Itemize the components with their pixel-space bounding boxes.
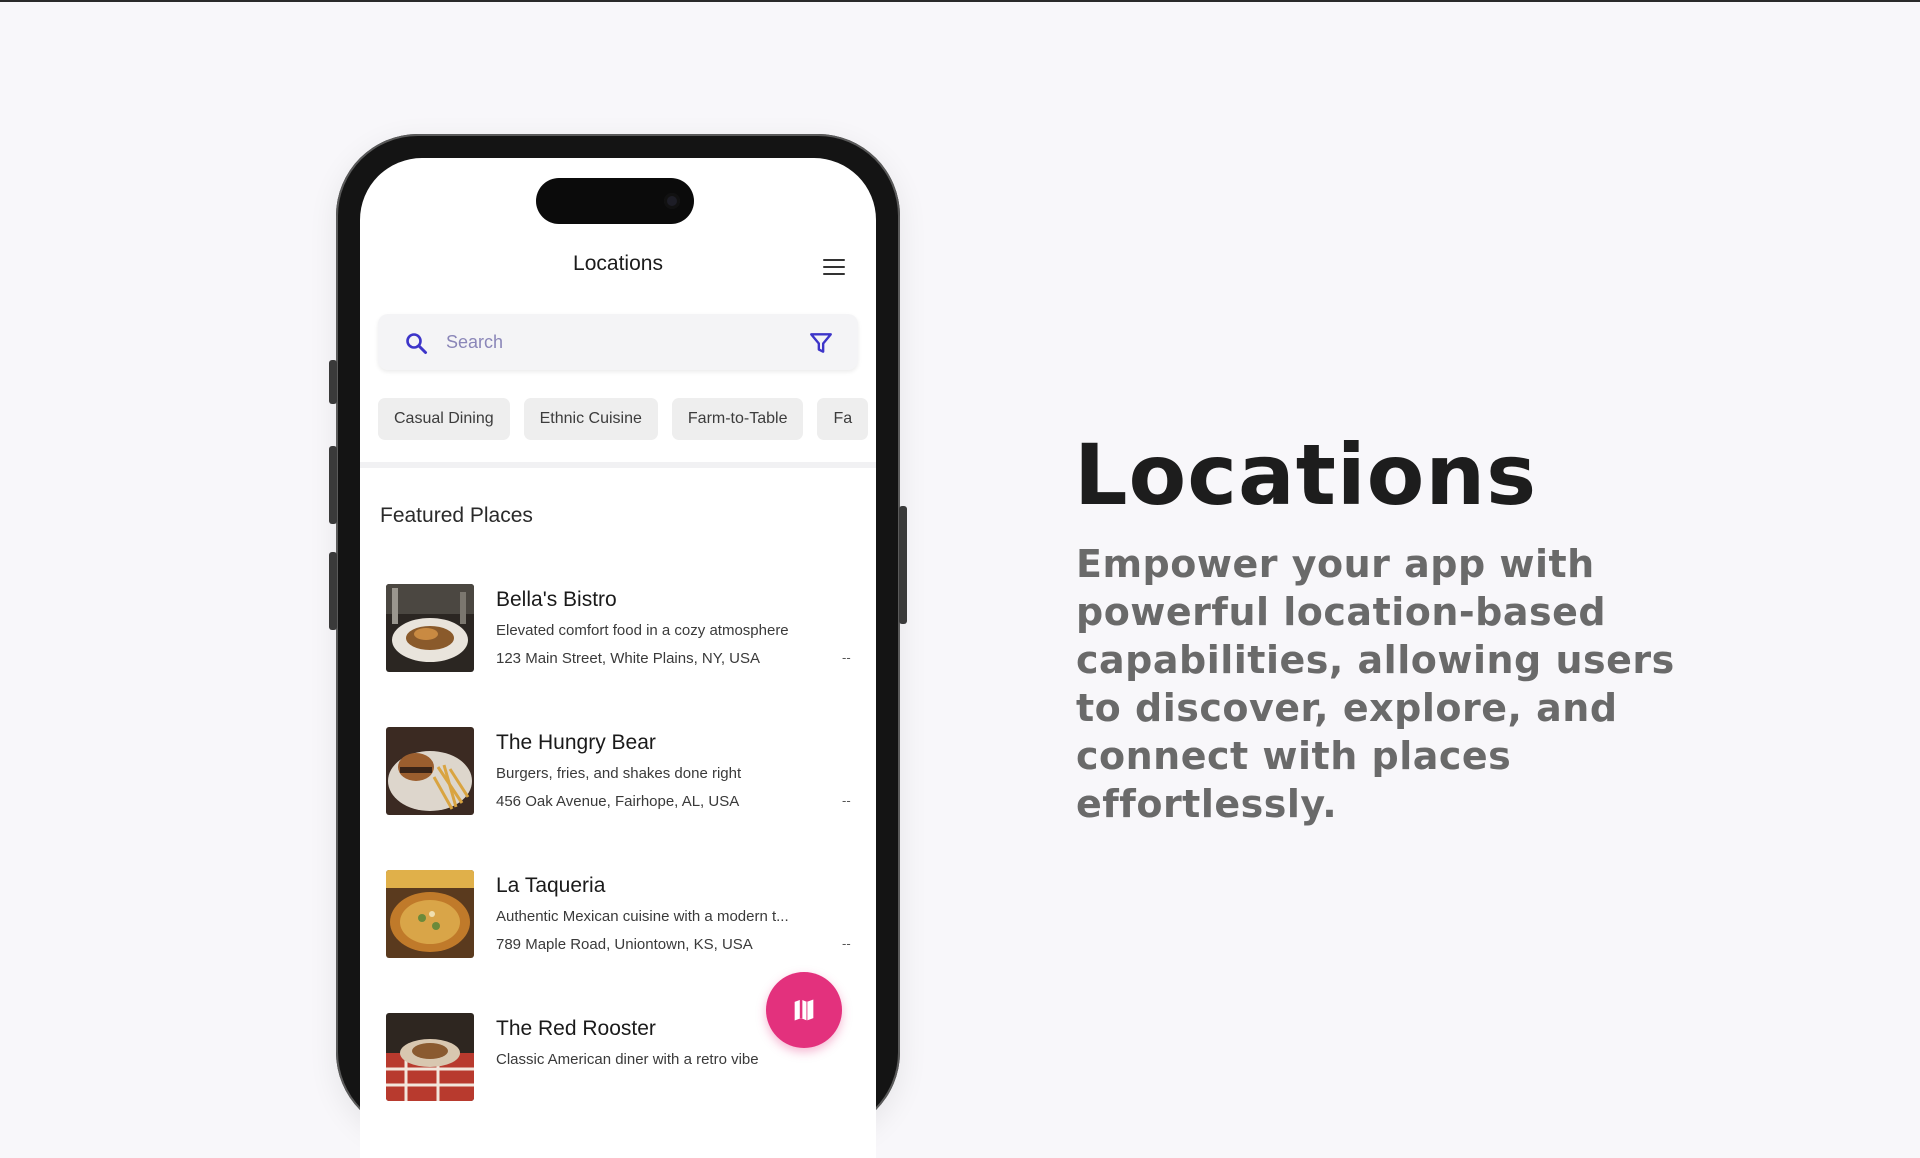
list-item[interactable]: The Hungry Bear Burgers, fries, and shak… bbox=[386, 727, 866, 817]
map-view-button[interactable] bbox=[766, 972, 842, 1048]
volume-up-button bbox=[329, 446, 337, 524]
hero-description: Empower your app with powerful location-… bbox=[1076, 542, 1675, 826]
camera-icon bbox=[664, 193, 680, 209]
top-border bbox=[0, 0, 1920, 2]
place-distance: -- bbox=[842, 793, 851, 808]
chip-ethnic-cuisine[interactable]: Ethnic Cuisine bbox=[523, 398, 658, 440]
section-divider bbox=[360, 462, 876, 468]
place-distance: -- bbox=[842, 936, 851, 951]
place-address: 123 Main Street, White Plains, NY, USA bbox=[496, 650, 761, 667]
chip-partial[interactable]: Fa bbox=[817, 398, 869, 440]
hero-title: Locations bbox=[1074, 426, 1538, 524]
search-input[interactable] bbox=[446, 328, 786, 356]
phone-frame: Locations Casual Dining Ethnic Cuisine Far… bbox=[329, 134, 907, 1158]
place-description: Burgers, fries, and shakes done right bbox=[496, 765, 742, 782]
list-item[interactable]: La Taqueria Authentic Mexican cuisine wi… bbox=[386, 870, 866, 960]
place-distance: -- bbox=[842, 650, 851, 665]
dynamic-island bbox=[536, 178, 694, 224]
place-name: The Red Rooster bbox=[496, 1017, 656, 1040]
place-name: Bella's Bistro bbox=[496, 588, 617, 611]
category-chips: Casual Dining Ethnic Cuisine Farm-to-Table… bbox=[378, 398, 876, 444]
place-name: La Taqueria bbox=[496, 874, 606, 897]
place-description: Elevated comfort food in a cozy atmosphe… bbox=[496, 622, 789, 639]
place-photo bbox=[386, 727, 474, 815]
hamburger-menu-icon[interactable] bbox=[821, 256, 847, 278]
place-photo bbox=[386, 1013, 474, 1101]
place-address: 456 Oak Avenue, Fairhope, AL, USA bbox=[496, 793, 740, 810]
place-photo bbox=[386, 584, 474, 672]
place-photo bbox=[386, 870, 474, 958]
phone-screen: Locations Casual Dining Ethnic Cuisine Far… bbox=[360, 158, 876, 1158]
map-icon bbox=[794, 999, 814, 1021]
chip-farm-to-table[interactable]: Farm-to-Table bbox=[671, 398, 804, 440]
search-bar bbox=[378, 314, 858, 370]
silent-switch bbox=[329, 360, 337, 404]
screen-title: Locations bbox=[573, 252, 663, 275]
chip-casual-dining[interactable]: Casual Dining bbox=[378, 398, 510, 440]
place-name: The Hungry Bear bbox=[496, 731, 656, 754]
place-address: 789 Maple Road, Uniontown, KS, USA bbox=[496, 936, 753, 953]
volume-down-button bbox=[329, 552, 337, 630]
section-title: Featured Places bbox=[380, 504, 533, 527]
place-description: Classic American diner with a retro vibe bbox=[496, 1051, 759, 1068]
search-icon[interactable] bbox=[404, 331, 428, 355]
list-item[interactable]: Bella's Bistro Elevated comfort food in … bbox=[386, 584, 866, 674]
place-description: Authentic Mexican cuisine with a modern … bbox=[496, 908, 789, 925]
power-button bbox=[899, 506, 907, 624]
filter-icon[interactable] bbox=[808, 330, 834, 356]
